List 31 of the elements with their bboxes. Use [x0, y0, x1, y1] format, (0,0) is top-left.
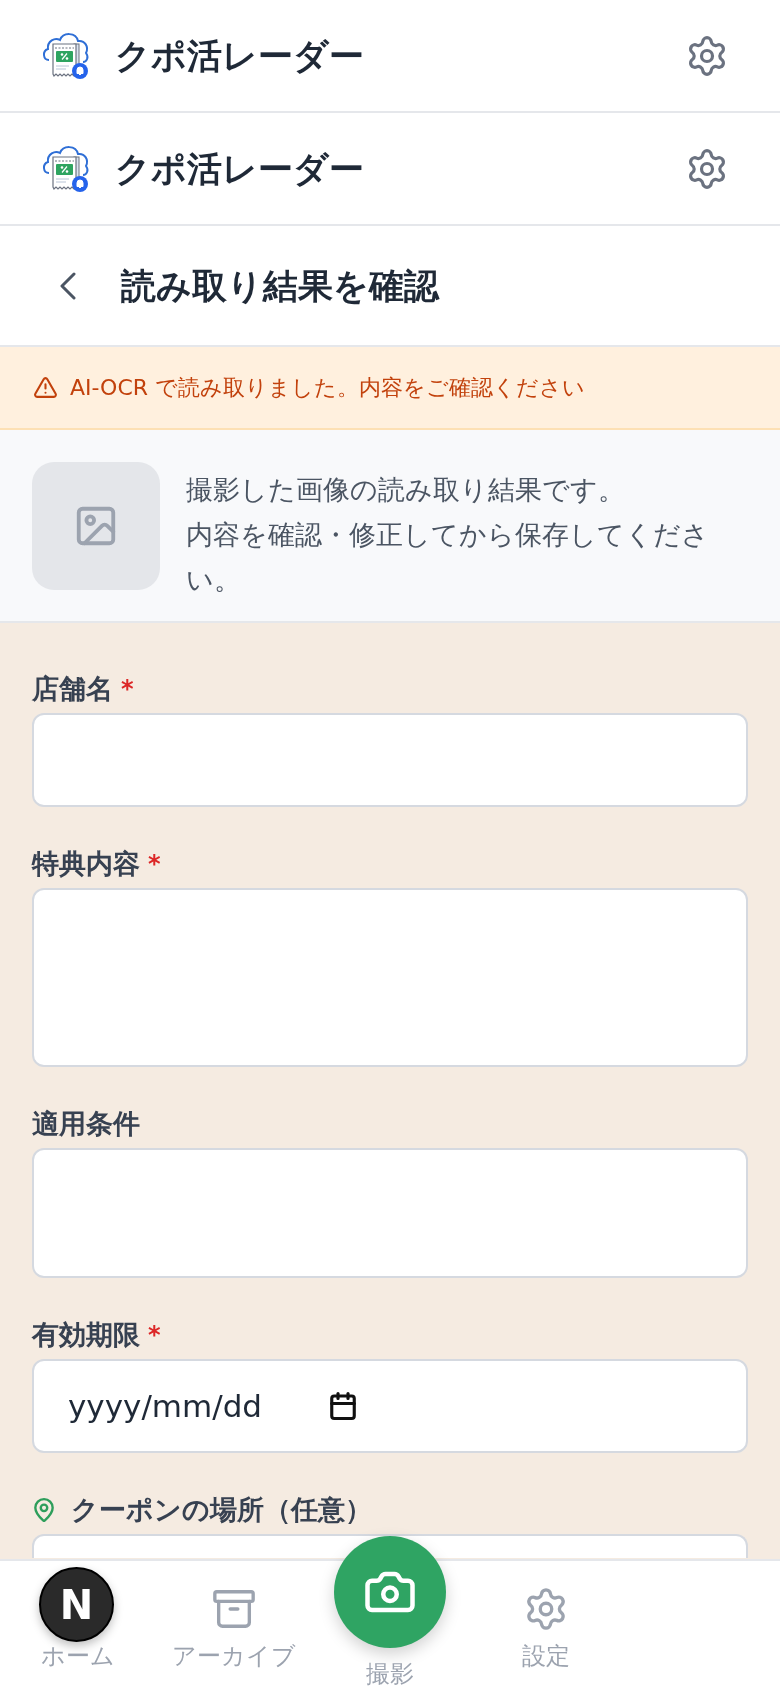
nav-item[interactable]: ホーム: [41, 1644, 115, 1668]
chevron-left-icon: [59, 271, 76, 300]
required-mark: *: [121, 674, 134, 704]
text-input[interactable]: [32, 713, 748, 807]
field-label: 特典内容: [32, 847, 140, 881]
field-label: 店舗名: [32, 672, 113, 706]
preview-text: 内容を確認・修正してから保存してください。: [186, 518, 710, 597]
required-mark: *: [148, 849, 161, 879]
textarea-field[interactable]: [32, 888, 748, 1067]
image-icon: [32, 462, 160, 590]
nav-item[interactable]: 設定: [522, 1561, 570, 1688]
calendar-icon[interactable]: [328, 1391, 358, 1421]
notice-text: AI-OCR で読み取りました。内容をご確認ください: [70, 373, 586, 402]
text-input[interactable]: [32, 1534, 748, 1558]
map-pin-icon: [31, 1497, 57, 1523]
date-field[interactable]: yyyy/mm/dd: [32, 1359, 748, 1453]
field-label: 有効期限: [32, 1318, 140, 1352]
back-button[interactable]: [59, 271, 76, 300]
preview-text: 撮影した画像の読み取り結果です。: [186, 473, 625, 507]
field-label: クーポンの場所（任意）: [71, 1493, 372, 1527]
app-title: クポ活レーダー: [115, 34, 364, 78]
camera-button[interactable]: [334, 1536, 446, 1648]
page-title: 読み取り結果を確認: [121, 264, 439, 308]
warning-icon: [33, 375, 58, 400]
app-title: クポ活レーダー: [115, 147, 364, 191]
field-label: 適用条件: [32, 1107, 140, 1141]
dev-tools-badge[interactable]: N: [39, 1567, 114, 1642]
required-mark: *: [148, 1320, 161, 1350]
textarea-field[interactable]: [32, 1148, 748, 1278]
nav-item[interactable]: アーカイブ: [172, 1561, 296, 1688]
nav-label: 撮影: [366, 1660, 414, 1688]
